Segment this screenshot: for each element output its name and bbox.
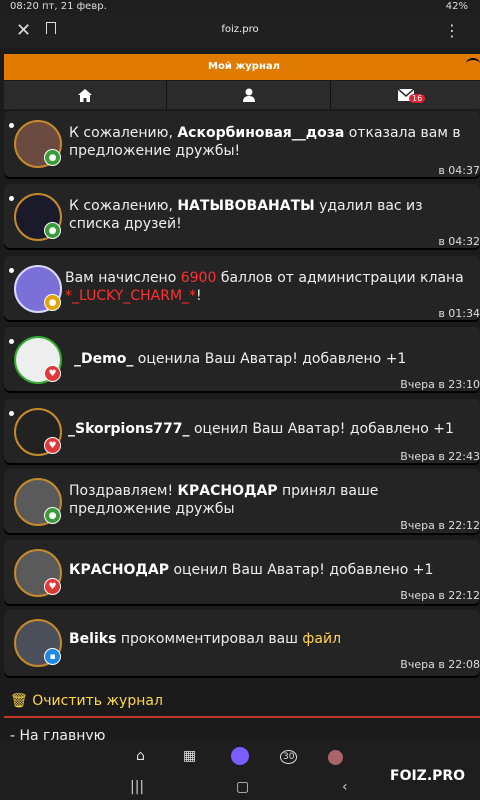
logo-icon: [466, 58, 480, 70]
user-icon: [242, 88, 255, 102]
unread-dot: [9, 268, 14, 273]
tab-mail[interactable]: 16: [331, 81, 480, 109]
tab-home[interactable]: [4, 81, 167, 109]
apps-grid-icon[interactable]: ▦: [183, 748, 196, 764]
home-icon[interactable]: ⌂: [136, 748, 145, 764]
notification-text: _Skorpions777_ оценил Ваш Аватар! добавл…: [68, 421, 454, 437]
battery-level: 42%: [445, 1, 468, 12]
timestamp: Вчера в 22:12: [400, 589, 480, 602]
timestamp: в 01:34: [438, 307, 480, 320]
list-item[interactable]: ● Вам начислено 6900 баллов от администр…: [4, 256, 480, 322]
recent-apps-icon[interactable]: |||: [130, 779, 144, 795]
notification-text: КРАСНОДАР оценил Ваш Аватар! добавлено +…: [69, 562, 434, 578]
user-link[interactable]: КРАСНОДАР: [178, 483, 278, 499]
status-bar: 08:20 пт, 21 февр. 42%: [0, 0, 480, 14]
divider: [4, 716, 480, 718]
user-link[interactable]: Аскорбиновая__доза: [177, 125, 344, 141]
profile-icon[interactable]: [328, 750, 343, 765]
timestamp: в 04:32: [438, 235, 480, 248]
unread-dot: [9, 196, 14, 201]
status-time: 08:20 пт, 21 февр.: [10, 1, 107, 12]
trash-icon: 🗑: [10, 693, 28, 709]
clear-journal-button[interactable]: 🗑 Очистить журнал: [10, 693, 163, 709]
tabs-count-icon[interactable]: 30: [280, 750, 298, 764]
unread-dot: [9, 339, 14, 344]
notification-text: К сожалению, Аскорбиновая__доза отказала…: [69, 125, 461, 159]
friend-icon: ●: [44, 507, 61, 524]
list-item[interactable]: ● К сожалению, НАТЫВОВАНАТЫ удалил вас и…: [4, 184, 480, 250]
timestamp: Вчера в 22:08: [400, 658, 480, 671]
browser-toolbar: ✕ foiz.pro ⋮: [0, 14, 480, 48]
unread-dot: [9, 411, 14, 416]
tab-profile[interactable]: [167, 81, 331, 109]
unread-dot: [9, 123, 14, 128]
clan-link[interactable]: *_LUCKY_CHARM_*: [65, 288, 196, 304]
back-icon[interactable]: ‹: [342, 779, 348, 795]
heart-icon: ♥: [44, 578, 61, 595]
notification-text: _Demo_ оценила Ваш Аватар! добавлено +1: [74, 351, 407, 367]
timestamp: Вчера в 22:43: [400, 450, 480, 463]
list-item[interactable]: ● Поздравляем! КРАСНОДАР принял ваше пре…: [4, 469, 480, 535]
mail-count-badge: 16: [409, 94, 426, 103]
user-link[interactable]: _Skorpions777_: [68, 421, 190, 437]
list-item[interactable]: ♥ _Skorpions777_ оценил Ваш Аватар! доба…: [4, 399, 480, 465]
file-link[interactable]: файл: [302, 631, 341, 647]
user-link[interactable]: _Demo_: [74, 351, 133, 367]
list-item[interactable]: ● К сожалению, Аскорбиновая__доза отказа…: [4, 111, 480, 179]
more-menu-icon[interactable]: ⋮: [444, 21, 460, 40]
comment-icon: ▪: [44, 648, 61, 665]
timestamp: Вчера в 23:10: [400, 378, 480, 391]
notification-text: К сожалению, НАТЫВОВАНАТЫ удалил вас из …: [69, 198, 423, 232]
home-icon: [78, 88, 92, 102]
bell-icon: ●: [44, 294, 61, 311]
clear-journal-label: Очистить журнал: [32, 693, 163, 709]
url-display[interactable]: foiz.pro: [0, 24, 480, 35]
friend-icon: ●: [44, 222, 61, 239]
user-link[interactable]: НАТЫВОВАНАТЫ: [177, 198, 314, 214]
notification-text: Beliks прокомментировал ваш файл: [69, 631, 342, 647]
page-title: Мой журнал: [208, 61, 280, 72]
journal-header: Мой журнал: [4, 54, 480, 80]
assistant-icon[interactable]: [231, 747, 249, 765]
friend-icon: ●: [44, 149, 61, 166]
notification-text: Поздравляем! КРАСНОДАР принял ваше предл…: [69, 483, 379, 517]
timestamp: Вчера в 22:12: [400, 519, 480, 532]
heart-icon: ♥: [44, 437, 61, 454]
journal-nav: 16: [4, 81, 480, 109]
list-item[interactable]: ▪ Beliks прокомментировал ваш файл Вчера…: [4, 610, 480, 678]
list-item[interactable]: ♥ _Demo_ оценила Ваш Аватар! добавлено +…: [4, 327, 480, 393]
notification-text: Вам начислено 6900 баллов от администрац…: [65, 270, 464, 304]
list-item[interactable]: ♥ КРАСНОДАР оценил Ваш Аватар! добавлено…: [4, 540, 480, 606]
user-link[interactable]: Beliks: [69, 631, 116, 647]
home-button-icon[interactable]: ▢: [236, 779, 249, 795]
timestamp: в 04:37: [438, 164, 480, 177]
user-link[interactable]: КРАСНОДАР: [69, 562, 169, 578]
watermark: FOIZ.PRO: [390, 768, 466, 784]
heart-icon: ♥: [44, 365, 61, 382]
